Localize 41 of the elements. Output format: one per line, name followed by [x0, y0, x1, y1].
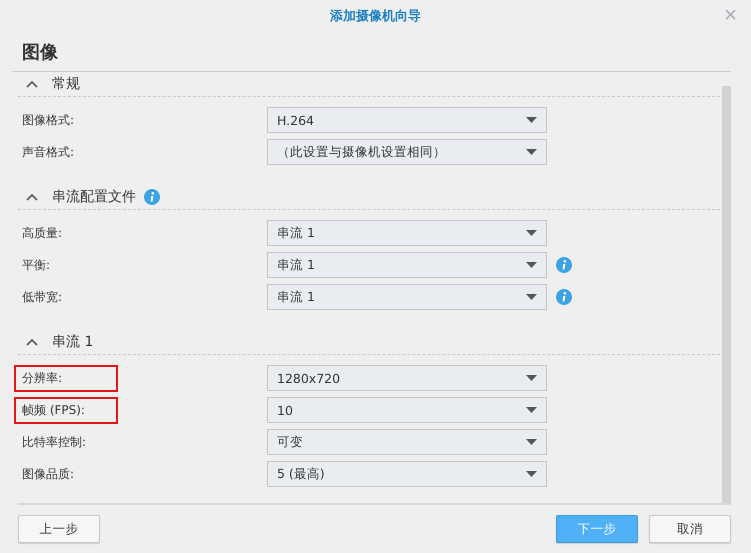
caret-icon — [526, 407, 537, 413]
caret-icon — [526, 294, 537, 300]
caret-icon — [526, 262, 537, 268]
caret-icon — [526, 471, 537, 477]
field-label: 低带宽: — [21, 288, 64, 306]
scrollbar-thumb[interactable] — [722, 86, 731, 503]
dropdown[interactable]: 串流 1 — [267, 284, 547, 310]
dropdown[interactable]: 1280x720 — [267, 365, 547, 391]
section-title: 常规 — [52, 75, 80, 93]
dropdown[interactable]: （此设置与摄像机设置相同） — [267, 139, 547, 165]
section-title: 串流 1 — [52, 333, 94, 351]
dropdown[interactable]: 可变 — [267, 429, 547, 455]
field-label: 声音格式: — [21, 144, 76, 160]
caret-icon — [526, 439, 537, 445]
window-title: 添加摄像机向导 — [330, 8, 421, 25]
chevron-icon[interactable] — [26, 193, 38, 201]
caret-icon — [526, 117, 537, 123]
caret-icon — [526, 230, 537, 236]
dropdown[interactable]: 串流 1 — [267, 220, 547, 246]
field-label: 图像品质: — [21, 466, 76, 482]
info-icon[interactable] — [556, 289, 572, 305]
field-label: 平衡: — [21, 256, 52, 274]
chevron-icon[interactable] — [26, 338, 38, 346]
back-button[interactable]: 上一步 — [18, 515, 100, 543]
dropdown[interactable]: 10 — [267, 397, 547, 423]
caret-icon — [526, 149, 537, 155]
field-label: 帧频 (FPS): — [14, 396, 118, 424]
dropdown[interactable]: H.264 — [267, 107, 547, 133]
cancel-button[interactable]: 取消 — [649, 515, 731, 543]
info-icon[interactable] — [144, 189, 160, 205]
dropdown[interactable]: 串流 1 — [267, 252, 547, 278]
info-icon[interactable] — [556, 257, 572, 273]
field-label: 分辨率: — [14, 364, 118, 392]
page-heading: 图像 — [12, 32, 731, 72]
field-label: 图像格式: — [21, 112, 76, 128]
field-label: 高质量: — [21, 224, 64, 242]
field-label: 比特率控制: — [21, 434, 88, 450]
dropdown[interactable]: 5 (最高) — [267, 461, 547, 487]
chevron-icon[interactable] — [26, 80, 38, 88]
section-title: 串流配置文件 — [52, 188, 136, 206]
caret-icon — [526, 375, 537, 381]
